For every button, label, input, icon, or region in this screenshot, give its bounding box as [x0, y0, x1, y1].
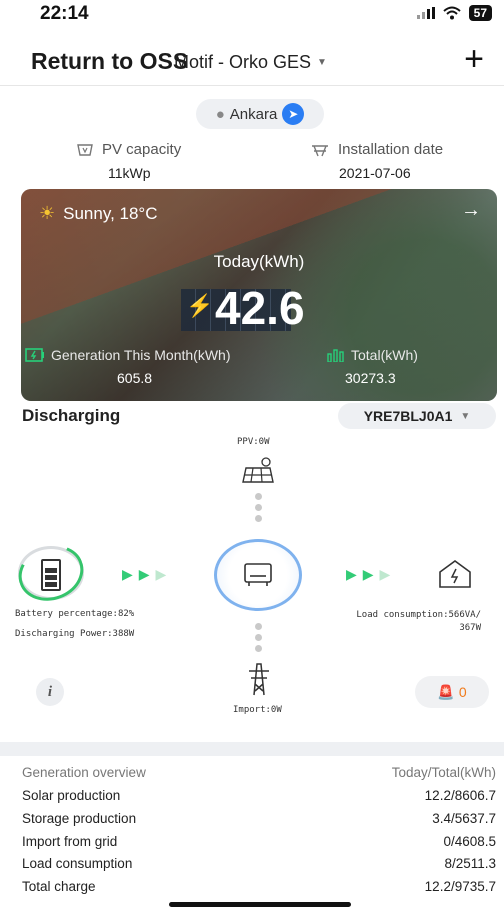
device-serial: YRE7BLJ0A1: [363, 408, 453, 424]
total-value: 30273.3: [345, 370, 396, 386]
status-icons: 57: [416, 5, 492, 21]
home-indicator[interactable]: [169, 902, 351, 907]
status-time: 22:14: [40, 3, 89, 24]
row-label: Total charge: [22, 879, 96, 894]
overview-title: Generation overview: [22, 765, 146, 780]
load-consumption-line1: Load consumption:566VA/: [356, 610, 481, 620]
bar-chart-icon: [327, 349, 344, 362]
row-value: 0/4608.5: [443, 834, 496, 849]
pv-icon: [77, 143, 93, 156]
alarm-button[interactable]: 🚨 0: [415, 676, 489, 708]
load-flow-arrows: ▶▶▶: [346, 566, 397, 582]
battery-flow-arrows: ▶▶▶: [122, 566, 173, 582]
discharging-power: Discharging Power:388W: [15, 629, 135, 639]
status-bar: 22:14 57: [0, 0, 504, 34]
install-date-label-group: Installation date: [310, 141, 443, 158]
overview-row: Import from grid 0/4608.5: [22, 834, 496, 849]
solar-panel-icon: [242, 457, 274, 483]
weather: ☀ Sunny, 18°C: [39, 203, 158, 224]
pv-capacity-label: PV capacity: [102, 141, 182, 158]
row-label: Storage production: [22, 811, 137, 826]
weather-text: Sunny, 18°C: [63, 203, 158, 223]
location-pin-icon: ●: [215, 105, 225, 123]
total-label-group: Total(kWh): [327, 347, 418, 363]
overview-row: Load consumption 8/2511.3: [22, 856, 496, 871]
bolt-icon: ⚡: [186, 293, 214, 318]
today-value: 42.6: [215, 282, 305, 334]
arrow-right-icon[interactable]: →: [461, 199, 481, 222]
grid-flow-dots: [255, 623, 263, 652]
load-consumption-line2: 367W: [459, 623, 481, 633]
install-date-label: Installation date: [338, 141, 444, 158]
chevron-down-icon: ▼: [460, 410, 471, 422]
plant-selector[interactable]: Motif - Orko GES ▼: [174, 52, 327, 73]
overview-header: Generation overview Today/Total(kWh): [22, 765, 496, 780]
overview-row: Total charge 12.2/9735.7: [22, 879, 496, 894]
nav-header: Return to OSS Motif - Orko GES ▼ +: [0, 40, 504, 86]
generation-card[interactable]: ☀ Sunny, 18°C → Today(kWh) ⚡ 42.6 Genera…: [21, 189, 497, 401]
chevron-down-icon: ▼: [317, 57, 327, 68]
row-value: 12.2/9735.7: [424, 879, 496, 894]
pv-capacity-value: 11kWp: [108, 165, 151, 181]
overview-row: Solar production 12.2/8606.7: [22, 788, 496, 803]
row-label: Import from grid: [22, 834, 118, 849]
grid-tower-icon: [249, 663, 269, 696]
alarm-count: 0: [458, 684, 467, 700]
install-date-value: 2021-07-06: [339, 165, 411, 181]
info-button[interactable]: i: [36, 678, 64, 706]
home-load-icon: [439, 560, 471, 588]
location-city: Ankara: [229, 105, 278, 123]
navigate-icon[interactable]: ➤: [282, 103, 305, 125]
pv-capacity-label-group: PV capacity: [76, 141, 181, 158]
plant-title: Motif - Orko GES: [174, 52, 312, 72]
month-label-group: Generation This Month(kWh): [25, 347, 230, 363]
wifi-icon: [442, 6, 461, 20]
alarm-icon: 🚨: [437, 683, 455, 700]
battery-percentage: Battery percentage:82%: [15, 609, 135, 619]
inverter-node[interactable]: [214, 539, 302, 611]
inverter-icon: [244, 563, 272, 586]
month-value: 605.8: [117, 370, 153, 386]
row-label: Solar production: [22, 788, 121, 803]
overview-row: Storage production 3.4/5637.7: [22, 811, 496, 826]
battery-charge-icon: [25, 348, 44, 362]
section-divider: [0, 742, 504, 756]
battery-indicator: 57: [468, 5, 492, 21]
location-pill[interactable]: ● Ankara ➤: [196, 99, 324, 129]
install-icon: [312, 144, 328, 156]
mode-label: Discharging: [22, 406, 121, 425]
battery-icon: [41, 559, 61, 591]
load-consumption: Load consumption:566VA/ 367W: [333, 609, 481, 635]
row-value: 3.4/5637.7: [432, 811, 496, 826]
row-value: 8/2511.3: [444, 856, 496, 871]
row-label: Load consumption: [22, 856, 133, 871]
device-selector[interactable]: YRE7BLJ0A1 ▼: [338, 403, 496, 429]
import-label: Import:0W: [233, 705, 282, 715]
row-value: 12.2/8606.7: [424, 788, 496, 803]
signal-icon: [416, 7, 435, 19]
back-button[interactable]: Return to OSS: [31, 48, 188, 75]
pv-flow-dots: [255, 493, 263, 522]
sun-icon: ☀: [39, 203, 56, 223]
info-icon: i: [47, 683, 53, 700]
today-label: Today(kWh): [213, 252, 305, 271]
ppv-label: PPV:0W: [237, 437, 270, 447]
add-button[interactable]: +: [464, 42, 484, 76]
overview-units: Today/Total(kWh): [391, 765, 496, 780]
total-label: Total(kWh): [351, 347, 418, 363]
month-label: Generation This Month(kWh): [51, 347, 231, 363]
